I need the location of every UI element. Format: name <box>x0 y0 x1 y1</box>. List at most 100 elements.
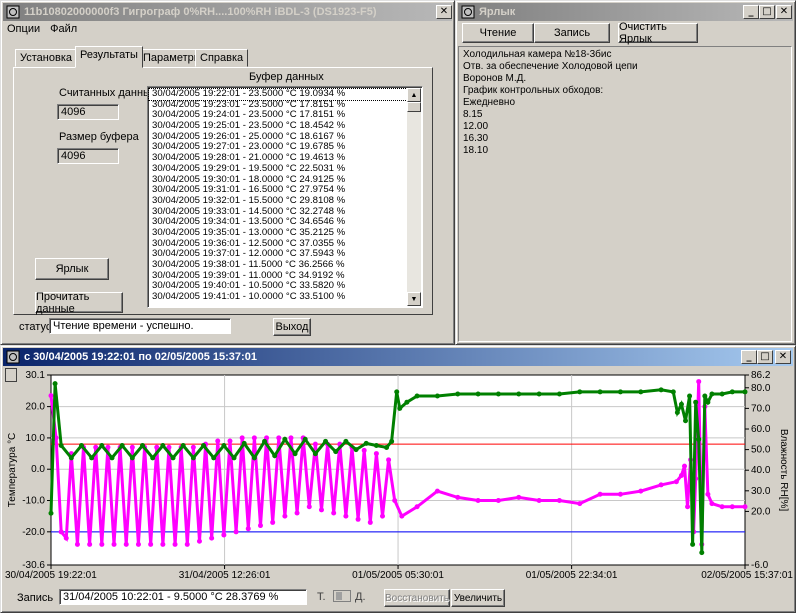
buffer-row[interactable]: 30/04/2005 19:29:01 - 19.5000 °C 22.5031… <box>149 163 407 175</box>
data-point-humidity <box>696 436 702 442</box>
maximize-button[interactable]: □ <box>759 5 775 19</box>
data-point-temperature <box>678 472 684 478</box>
data-point-temperature <box>318 507 324 513</box>
data-point-temperature <box>215 438 221 444</box>
data-point-humidity <box>52 381 58 387</box>
scroll-up-button[interactable]: ▲ <box>407 88 421 102</box>
toggle-t-label: Т. <box>317 591 326 603</box>
td-toggle-knob[interactable] <box>336 592 342 600</box>
label-button[interactable]: Ярлык <box>35 258 109 280</box>
close-button[interactable]: ✕ <box>775 350 791 364</box>
data-point-temperature <box>719 504 725 510</box>
memo-line: 8.15 <box>463 109 483 120</box>
data-point-humidity <box>129 455 135 461</box>
buffer-list[interactable]: 30/04/2005 19:22:01 - 23.5000 °C 19.0934… <box>147 86 423 308</box>
data-point-humidity <box>89 455 95 461</box>
data-point-humidity <box>577 389 583 395</box>
app-icon <box>461 5 475 19</box>
data-point-temperature <box>276 435 282 441</box>
data-point-temperature <box>282 513 288 519</box>
tab-help[interactable]: Справка <box>195 49 249 67</box>
data-point-temperature <box>495 498 501 504</box>
y-left-tick-label: 20.0 <box>26 402 46 413</box>
tab-setup[interactable]: Установка <box>15 49 77 67</box>
data-point-humidity <box>658 387 664 393</box>
data-point-temperature <box>399 513 405 519</box>
data-point-humidity <box>343 438 349 444</box>
label-window: Ярлык _ □ ✕ Чтение Запись Очистить Ярлык… <box>455 0 796 345</box>
minimize-button[interactable]: _ <box>743 5 759 19</box>
data-point-temperature <box>331 510 337 516</box>
tab-results[interactable]: Результаты <box>75 46 143 68</box>
y-left-tick-label: 30.1 <box>26 370 46 381</box>
buffer-row[interactable]: 30/04/2005 19:32:01 - 15.5000 °C 29.8108… <box>149 195 407 207</box>
write-label-button[interactable]: Запись <box>534 23 610 43</box>
x-tick-label: 30/04/2005 19:22:01 <box>5 570 97 581</box>
data-point-humidity <box>119 442 125 448</box>
data-point-temperature <box>455 494 461 500</box>
y-right-tick-label: 60.0 <box>751 424 771 435</box>
data-point-humidity <box>353 447 359 453</box>
main-titlebar[interactable]: 11b10802000000f3 Гигрограф 0%RH....100%R… <box>3 3 452 21</box>
data-point-humidity <box>516 391 522 397</box>
record-label: Запись <box>17 592 54 604</box>
clear-label-button[interactable]: Очистить Ярлык <box>618 21 698 45</box>
data-point-humidity <box>674 410 680 416</box>
buffer-header: Буфер данных <box>249 71 324 83</box>
data-point-temperature <box>306 504 312 510</box>
data-point-humidity <box>302 436 308 442</box>
chart-title: с 30/04/2005 19:22:01 по 02/05/2005 15:3… <box>24 351 257 363</box>
data-point-humidity <box>68 455 74 461</box>
read-label-button[interactable]: Чтение <box>462 23 534 43</box>
memo-line: Отв. за обеспечение Холодовой цепи <box>463 61 638 72</box>
data-point-humidity <box>556 391 562 397</box>
close-button[interactable]: ✕ <box>436 5 452 19</box>
toggle-d-label: Д. <box>355 591 366 603</box>
data-point-humidity <box>729 389 735 395</box>
y-right-tick-label: 30.0 <box>751 486 771 497</box>
buffer-row[interactable]: 30/04/2005 19:41:01 - 10.0000 °C 33.5100… <box>149 291 407 303</box>
minimize-button[interactable]: _ <box>741 350 757 364</box>
data-point-temperature <box>685 504 691 510</box>
zoom-button[interactable]: Увеличить <box>451 589 505 607</box>
data-point-humidity <box>709 391 715 397</box>
data-point-humidity <box>251 455 257 461</box>
data-point-temperature <box>245 526 251 532</box>
data-point-temperature <box>251 435 257 441</box>
data-point-humidity <box>109 455 115 461</box>
data-point-temperature <box>227 438 233 444</box>
record-field: 31/04/2005 10:22:01 - 9.5000 °C 28.3769 … <box>59 589 307 605</box>
data-point-temperature <box>658 482 664 488</box>
label-memo[interactable]: Холодильная камера №18-3бис Отв. за обесп… <box>458 46 792 342</box>
data-point-temperature <box>577 501 583 507</box>
y-right-tick-label: 20.0 <box>751 506 771 517</box>
data-point-temperature <box>414 504 420 510</box>
y-right-tick-label: 80.0 <box>751 383 771 394</box>
data-point-humidity <box>414 393 420 399</box>
menu-options[interactable]: Опции <box>7 23 40 37</box>
menu-file[interactable]: Файл <box>50 23 77 37</box>
scroll-thumb[interactable] <box>407 102 421 112</box>
status-field: Чтение времени - успешно. <box>49 318 231 334</box>
scroll-down-button[interactable]: ▼ <box>407 292 421 306</box>
data-point-humidity <box>719 391 725 397</box>
y-left-tick-label: 0.0 <box>31 464 45 475</box>
scrollbar-track[interactable]: ▲ ▼ <box>407 88 421 306</box>
data-point-temperature <box>129 444 135 450</box>
td-toggle[interactable] <box>333 590 351 602</box>
exit-button[interactable]: Выход <box>273 318 311 336</box>
data-point-humidity <box>140 442 146 448</box>
data-point-temperature <box>556 498 562 504</box>
data-point-temperature <box>673 479 679 485</box>
data-point-humidity <box>690 541 696 547</box>
data-point-humidity <box>231 455 237 461</box>
data-point-humidity <box>241 440 247 446</box>
read-data-button[interactable]: Прочитать данные <box>35 291 123 315</box>
close-button[interactable]: ✕ <box>776 5 792 19</box>
x-tick-label: 01/05/2005 05:30:01 <box>352 570 444 581</box>
x-tick-label: 31/04/2005 12:26:01 <box>179 570 271 581</box>
data-point-humidity <box>180 442 186 448</box>
maximize-button[interactable]: □ <box>757 350 773 364</box>
restore-button[interactable]: Восстановить <box>384 589 450 607</box>
chart-titlebar[interactable]: с 30/04/2005 19:22:01 по 02/05/2005 15:3… <box>3 348 793 366</box>
